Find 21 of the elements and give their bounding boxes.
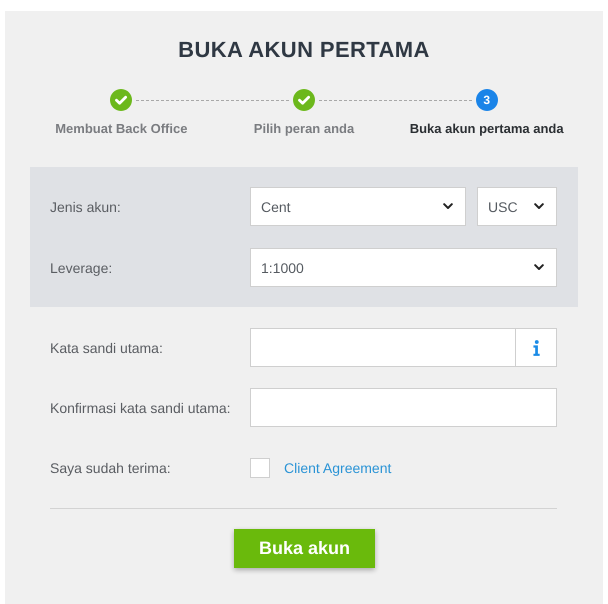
field-label: Leverage: (50, 260, 112, 276)
dropdown-select[interactable]: Cent (250, 187, 466, 226)
chevron-down-icon (534, 264, 544, 271)
dropdown-select[interactable]: 1:1000 (250, 248, 557, 287)
field-label: Saya sudah terima: (50, 460, 171, 476)
field-label: Jenis akun: (50, 198, 121, 214)
info-icon (532, 340, 540, 356)
step-label: Pilih peran anda (254, 121, 354, 136)
password-field[interactable] (250, 388, 557, 427)
step-label: Membuat Back Office (55, 121, 188, 136)
field-label: Konfirmasi kata sandi utama: (50, 400, 231, 416)
field-label: Kata sandi utama: (50, 340, 163, 356)
dropdown-select[interactable]: USC (477, 187, 557, 226)
chevron-down-icon (534, 203, 544, 210)
chevron-down-icon (443, 203, 453, 210)
info-button[interactable] (516, 328, 557, 367)
page-title: BUKA AKUN PERTAMA (178, 37, 430, 63)
checkbox[interactable] (250, 458, 270, 478)
step-label: Buka akun pertama anda (410, 121, 564, 136)
step-number: 3 (476, 89, 498, 111)
password-field[interactable] (250, 328, 516, 367)
